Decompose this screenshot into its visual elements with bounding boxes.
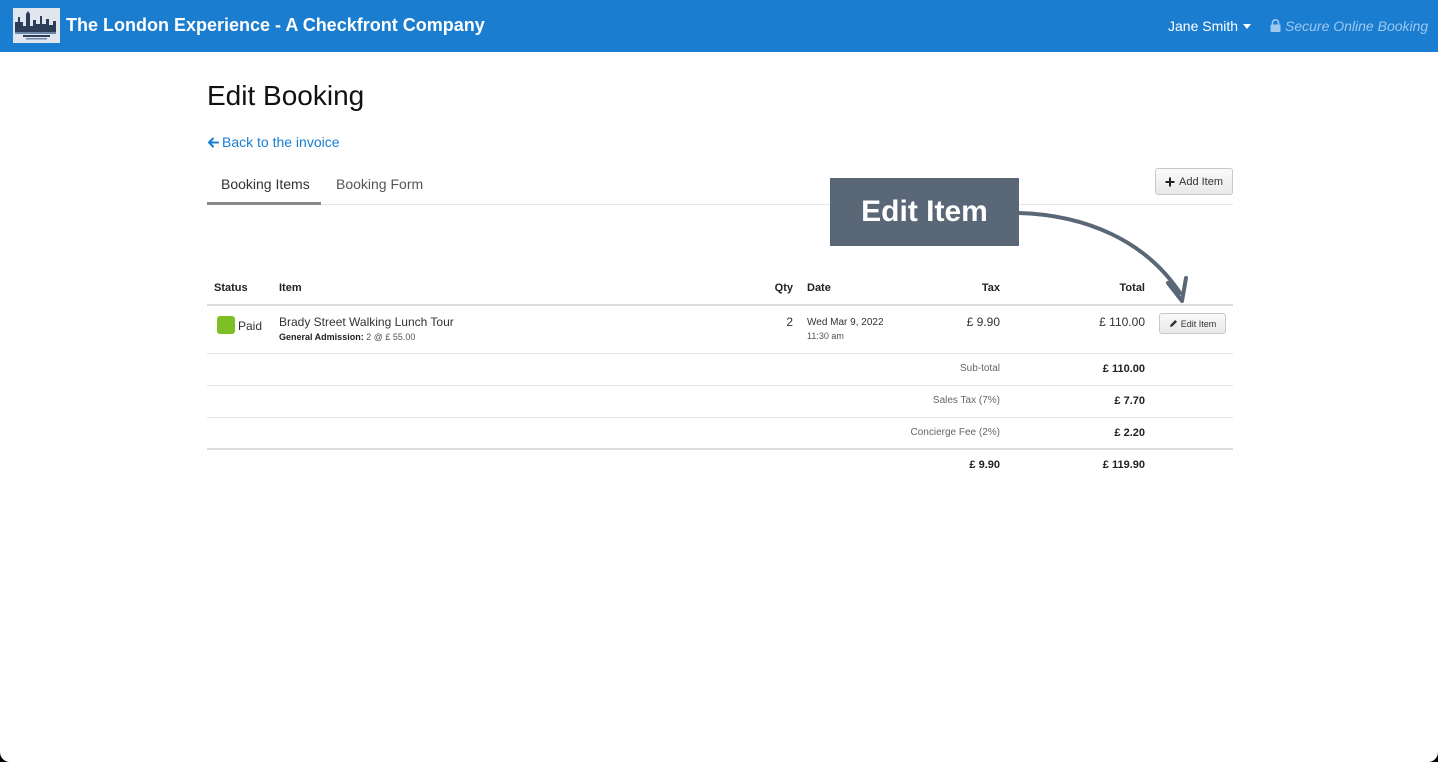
lock-icon <box>1270 19 1281 32</box>
concierge-fee-value: £ 2.20 <box>1114 427 1145 439</box>
back-to-invoice-link[interactable]: Back to the invoice <box>207 134 340 150</box>
user-name: Jane Smith <box>1168 18 1239 34</box>
subtotal-value: £ 110.00 <box>1102 363 1145 375</box>
back-link-label: Back to the invoice <box>222 134 340 150</box>
col-header-tax: Tax <box>981 282 1000 294</box>
item-detail: General Admission: 2 @ £ 55.00 <box>279 332 415 342</box>
grand-tax-value: £ 9.90 <box>969 459 1000 471</box>
sales-tax-label: Sales Tax (7%) <box>932 395 1000 406</box>
brand-title[interactable]: The London Experience - A Checkfront Com… <box>66 15 485 36</box>
tab-booking-form[interactable]: Booking Form <box>336 176 423 192</box>
pencil-icon <box>1169 320 1177 327</box>
tab-booking-items[interactable]: Booking Items <box>221 176 310 192</box>
col-header-date: Date <box>807 282 831 294</box>
edit-item-label: Edit Item <box>1180 318 1217 329</box>
window-frame-corners <box>0 742 1438 762</box>
page-title: Edit Booking <box>207 80 365 111</box>
item-detail-label: General Admission: <box>279 332 364 342</box>
row-divider <box>207 353 1233 354</box>
add-item-button[interactable]: Add Item <box>1155 168 1233 195</box>
arrow-left-icon <box>208 137 219 148</box>
item-name: Brady Street Walking Lunch Tour <box>279 315 454 329</box>
item-tax: £ 9.90 <box>966 315 1000 329</box>
edit-item-button[interactable]: Edit Item <box>1159 313 1226 334</box>
secure-text: Secure Online Booking <box>1285 18 1429 34</box>
london-skyline-logo[interactable] <box>13 8 60 43</box>
item-date: Wed Mar 9, 2022 <box>807 317 884 328</box>
col-header-status: Status <box>214 282 248 294</box>
col-header-qty: Qty <box>774 282 793 294</box>
secure-booking-indicator: Secure Online Booking <box>1270 18 1428 34</box>
sales-tax-value: £ 7.70 <box>1114 395 1145 407</box>
grand-total-divider <box>207 448 1233 450</box>
active-tab-indicator <box>207 202 321 205</box>
item-time: 11:30 am <box>807 331 844 341</box>
status-badge: Paid <box>238 319 263 333</box>
paid-status-square <box>217 316 235 334</box>
row-divider <box>207 417 1233 418</box>
item-total: £ 110.00 <box>1099 315 1145 329</box>
top-bar: The London Experience - A Checkfront Com… <box>0 0 1438 52</box>
concierge-fee-label: Concierge Fee (2%) <box>910 427 1000 438</box>
item-detail-value: 2 @ £ 55.00 <box>366 332 416 342</box>
row-divider <box>207 385 1233 386</box>
caret-down-icon <box>1243 24 1252 29</box>
user-menu[interactable]: Jane Smith <box>1168 18 1252 34</box>
grand-total-value: £ 119.90 <box>1102 459 1145 471</box>
add-item-label: Add Item <box>1178 175 1224 188</box>
col-header-total: Total <box>1119 282 1145 294</box>
subtotal-label: Sub-total <box>959 363 1000 374</box>
table-header-divider <box>207 304 1233 306</box>
edit-item-callout: Edit Item <box>830 178 1019 246</box>
col-header-item: Item <box>279 282 302 294</box>
plus-icon <box>1165 177 1175 186</box>
item-qty: 2 <box>786 315 793 329</box>
